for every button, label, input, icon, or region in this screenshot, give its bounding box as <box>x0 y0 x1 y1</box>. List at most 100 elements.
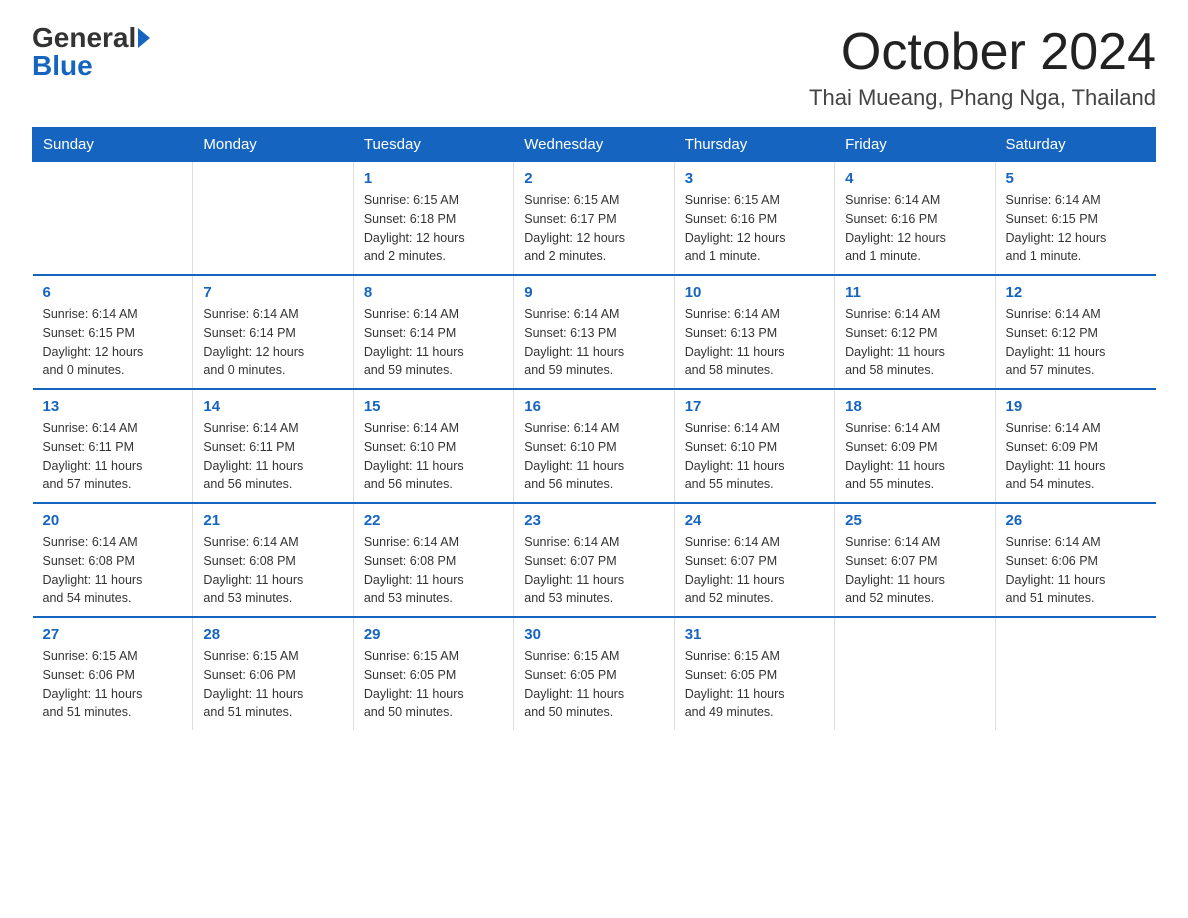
calendar-cell: 23Sunrise: 6:14 AM Sunset: 6:07 PM Dayli… <box>514 503 674 617</box>
month-title: October 2024 <box>809 24 1156 81</box>
day-info: Sunrise: 6:14 AM Sunset: 6:09 PM Dayligh… <box>1006 419 1146 494</box>
day-number: 5 <box>1006 170 1146 187</box>
day-info: Sunrise: 6:14 AM Sunset: 6:12 PM Dayligh… <box>1006 305 1146 380</box>
day-number: 11 <box>845 284 984 301</box>
day-info: Sunrise: 6:14 AM Sunset: 6:16 PM Dayligh… <box>845 191 984 266</box>
calendar-cell <box>995 617 1155 730</box>
title-section: October 2024 Thai Mueang, Phang Nga, Tha… <box>809 24 1156 111</box>
calendar-cell: 12 Sunrise: 6:14 AM Sunset: 6:12 PM Dayli… <box>995 275 1155 389</box>
day-number: 21 <box>203 512 342 529</box>
weekday-header-tuesday: Tuesday <box>353 128 513 162</box>
day-number: 27 <box>43 626 183 643</box>
day-info: Sunrise: 6:14 AM Sunset: 6:13 PM Dayligh… <box>524 305 663 380</box>
day-number: 30 <box>524 626 663 643</box>
day-info: Sunrise: 6:14 AM Sunset: 6:08 PM Dayligh… <box>43 533 183 608</box>
day-number: 22 <box>364 512 503 529</box>
weekday-header-friday: Friday <box>835 128 995 162</box>
calendar-cell: 25 Sunrise: 6:14 AM Sunset: 6:07 PM Dayli… <box>835 503 995 617</box>
day-info: Sunrise: 6:15 AM Sunset: 6:06 PM Dayligh… <box>43 647 183 722</box>
weekday-header-monday: Monday <box>193 128 353 162</box>
calendar-cell: 20 Sunrise: 6:14 AM Sunset: 6:08 PM Dayli… <box>33 503 193 617</box>
day-info: Sunrise: 6:14 AM Sunset: 6:07 PM Dayligh… <box>685 533 824 608</box>
calendar-cell: 17 Sunrise: 6:14 AM Sunset: 6:10 PM Dayli… <box>674 389 834 503</box>
day-info: Sunrise: 6:15 AM Sunset: 6:17 PM Dayligh… <box>524 191 663 266</box>
calendar-cell: 21Sunrise: 6:14 AM Sunset: 6:08 PM Dayli… <box>193 503 353 617</box>
day-info: Sunrise: 6:14 AM Sunset: 6:14 PM Dayligh… <box>203 305 342 380</box>
day-info: Sunrise: 6:14 AM Sunset: 6:07 PM Dayligh… <box>845 533 984 608</box>
calendar-cell: 19 Sunrise: 6:14 AM Sunset: 6:09 PM Dayli… <box>995 389 1155 503</box>
calendar-cell: 27 Sunrise: 6:15 AM Sunset: 6:06 PM Dayli… <box>33 617 193 730</box>
calendar-cell: 3 Sunrise: 6:15 AM Sunset: 6:16 PM Daylig… <box>674 162 834 276</box>
day-info: Sunrise: 6:14 AM Sunset: 6:10 PM Dayligh… <box>364 419 503 494</box>
calendar-cell: 9 Sunrise: 6:14 AM Sunset: 6:13 PM Daylig… <box>514 275 674 389</box>
calendar-table: SundayMondayTuesdayWednesdayThursdayFrid… <box>32 127 1156 730</box>
calendar-cell: 22 Sunrise: 6:14 AM Sunset: 6:08 PM Dayli… <box>353 503 513 617</box>
day-info: Sunrise: 6:14 AM Sunset: 6:10 PM Dayligh… <box>685 419 824 494</box>
day-info: Sunrise: 6:14 AM Sunset: 6:06 PM Dayligh… <box>1006 533 1146 608</box>
calendar-cell: 29 Sunrise: 6:15 AM Sunset: 6:05 PM Dayli… <box>353 617 513 730</box>
day-info: Sunrise: 6:14 AM Sunset: 6:12 PM Dayligh… <box>845 305 984 380</box>
day-info: Sunrise: 6:14 AM Sunset: 6:14 PM Dayligh… <box>364 305 503 380</box>
day-info: Sunrise: 6:15 AM Sunset: 6:06 PM Dayligh… <box>203 647 342 722</box>
calendar-cell: 28 Sunrise: 6:15 AM Sunset: 6:06 PM Dayli… <box>193 617 353 730</box>
calendar-cell: 5 Sunrise: 6:14 AM Sunset: 6:15 PM Daylig… <box>995 162 1155 276</box>
day-number: 19 <box>1006 398 1146 415</box>
calendar-cell: 26 Sunrise: 6:14 AM Sunset: 6:06 PM Dayli… <box>995 503 1155 617</box>
day-info: Sunrise: 6:14 AM Sunset: 6:15 PM Dayligh… <box>1006 191 1146 266</box>
calendar-cell: 8Sunrise: 6:14 AM Sunset: 6:14 PM Daylig… <box>353 275 513 389</box>
day-number: 20 <box>43 512 183 529</box>
day-number: 16 <box>524 398 663 415</box>
day-number: 6 <box>43 284 183 301</box>
day-info: Sunrise: 6:14 AM Sunset: 6:10 PM Dayligh… <box>524 419 663 494</box>
calendar-cell: 10Sunrise: 6:14 AM Sunset: 6:13 PM Dayli… <box>674 275 834 389</box>
calendar-cell: 30 Sunrise: 6:15 AM Sunset: 6:05 PM Dayli… <box>514 617 674 730</box>
location-title: Thai Mueang, Phang Nga, Thailand <box>809 85 1156 111</box>
day-number: 17 <box>685 398 824 415</box>
day-number: 26 <box>1006 512 1146 529</box>
day-info: Sunrise: 6:15 AM Sunset: 6:05 PM Dayligh… <box>685 647 824 722</box>
day-number: 25 <box>845 512 984 529</box>
day-number: 18 <box>845 398 984 415</box>
calendar-cell: 4 Sunrise: 6:14 AM Sunset: 6:16 PM Daylig… <box>835 162 995 276</box>
day-number: 13 <box>43 398 183 415</box>
calendar-cell: 6Sunrise: 6:14 AM Sunset: 6:15 PM Daylig… <box>33 275 193 389</box>
calendar-cell <box>33 162 193 276</box>
calendar-week-row: 1Sunrise: 6:15 AM Sunset: 6:18 PM Daylig… <box>33 162 1156 276</box>
logo-blue-text: Blue <box>32 52 93 80</box>
day-number: 14 <box>203 398 342 415</box>
calendar-week-row: 13 Sunrise: 6:14 AM Sunset: 6:11 PM Dayli… <box>33 389 1156 503</box>
page-header: General Blue October 2024 Thai Mueang, P… <box>32 24 1156 111</box>
day-info: Sunrise: 6:15 AM Sunset: 6:18 PM Dayligh… <box>364 191 503 266</box>
day-number: 2 <box>524 170 663 187</box>
day-info: Sunrise: 6:15 AM Sunset: 6:05 PM Dayligh… <box>524 647 663 722</box>
day-info: Sunrise: 6:14 AM Sunset: 6:11 PM Dayligh… <box>203 419 342 494</box>
day-info: Sunrise: 6:14 AM Sunset: 6:11 PM Dayligh… <box>43 419 183 494</box>
calendar-cell <box>835 617 995 730</box>
day-number: 28 <box>203 626 342 643</box>
calendar-cell: 13 Sunrise: 6:14 AM Sunset: 6:11 PM Dayli… <box>33 389 193 503</box>
calendar-cell <box>193 162 353 276</box>
day-number: 15 <box>364 398 503 415</box>
day-number: 10 <box>685 284 824 301</box>
calendar-cell: 1Sunrise: 6:15 AM Sunset: 6:18 PM Daylig… <box>353 162 513 276</box>
logo-general-text: General <box>32 24 136 52</box>
day-number: 31 <box>685 626 824 643</box>
calendar-cell: 11 Sunrise: 6:14 AM Sunset: 6:12 PM Dayli… <box>835 275 995 389</box>
logo-arrow-icon <box>138 28 150 48</box>
day-number: 9 <box>524 284 663 301</box>
day-number: 12 <box>1006 284 1146 301</box>
day-info: Sunrise: 6:14 AM Sunset: 6:08 PM Dayligh… <box>364 533 503 608</box>
day-number: 4 <box>845 170 984 187</box>
day-info: Sunrise: 6:15 AM Sunset: 6:05 PM Dayligh… <box>364 647 503 722</box>
weekday-header-row: SundayMondayTuesdayWednesdayThursdayFrid… <box>33 128 1156 162</box>
calendar-cell: 24 Sunrise: 6:14 AM Sunset: 6:07 PM Dayli… <box>674 503 834 617</box>
calendar-cell: 14 Sunrise: 6:14 AM Sunset: 6:11 PM Dayli… <box>193 389 353 503</box>
calendar-week-row: 20 Sunrise: 6:14 AM Sunset: 6:08 PM Dayli… <box>33 503 1156 617</box>
day-number: 3 <box>685 170 824 187</box>
day-info: Sunrise: 6:15 AM Sunset: 6:16 PM Dayligh… <box>685 191 824 266</box>
weekday-header-saturday: Saturday <box>995 128 1155 162</box>
calendar-cell: 18 Sunrise: 6:14 AM Sunset: 6:09 PM Dayli… <box>835 389 995 503</box>
day-number: 29 <box>364 626 503 643</box>
day-info: Sunrise: 6:14 AM Sunset: 6:09 PM Dayligh… <box>845 419 984 494</box>
day-number: 24 <box>685 512 824 529</box>
